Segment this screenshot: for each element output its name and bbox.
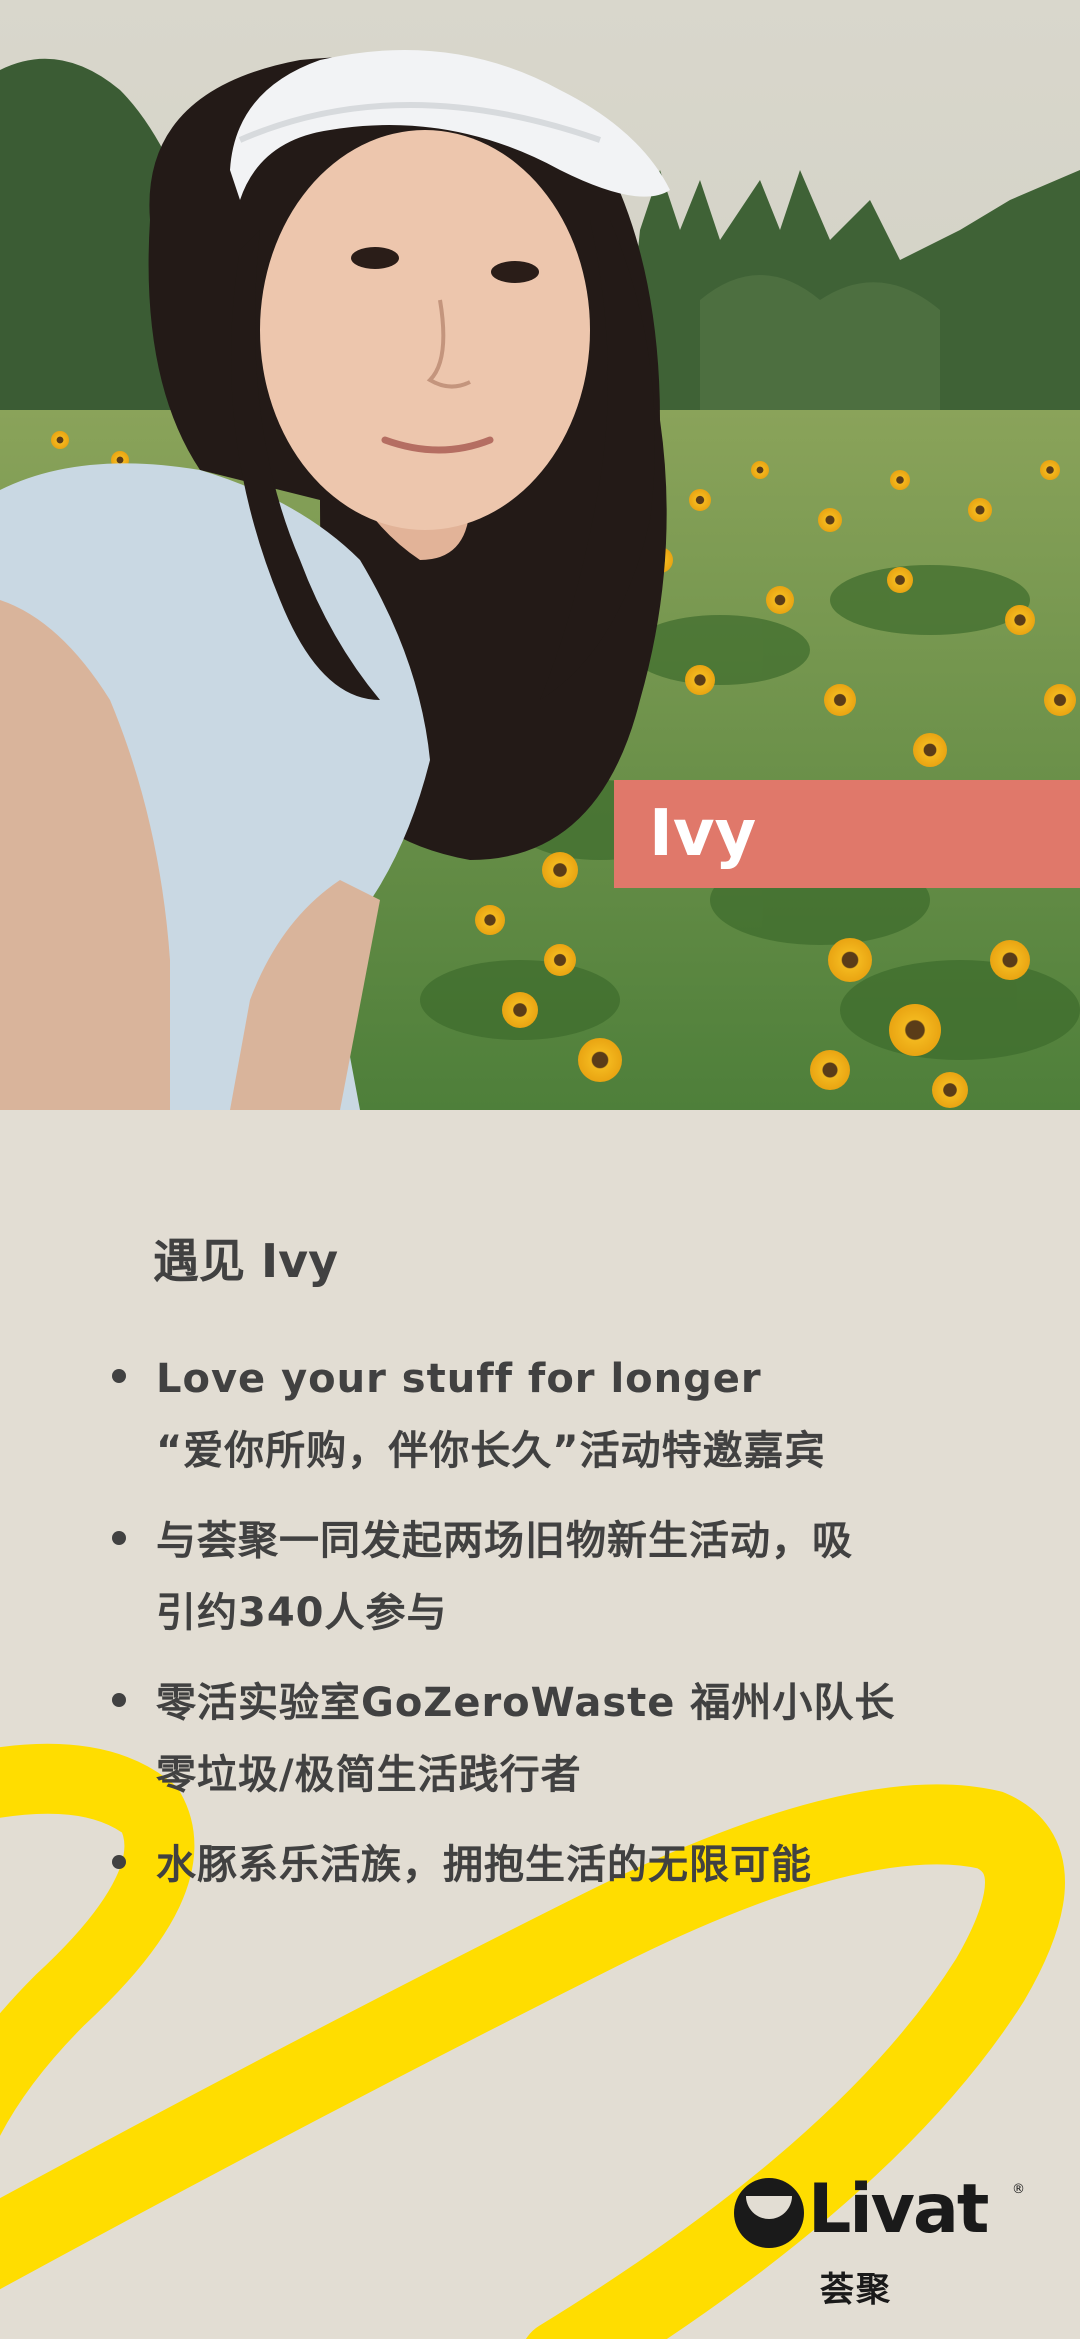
bullet-line: 引约340人参与 (156, 1590, 448, 1636)
logo-chinese-name: 荟聚 (820, 2270, 892, 2310)
livat-mark-icon (734, 2178, 804, 2248)
list-item: 与荟聚一同发起两场旧物新生活动，吸 引约340人参与 (110, 1505, 1010, 1649)
bullet-dot-icon (112, 1531, 126, 1545)
bullet-dot-icon (112, 1693, 126, 1707)
bullet-line: 水豚系乐活族，拥抱生活的无限可能 (156, 1842, 812, 1888)
livat-logo: Livat ® 荟聚 (734, 2170, 1034, 2310)
list-item: 零活实验室GoZeroWaste 福州小队长 零垃圾/极简生活践行者 (110, 1667, 1010, 1811)
intro-bullet-list: Love your stuff for longer “爱你所购，伴你长久”活动… (110, 1343, 1010, 1919)
portrait-illustration (0, 0, 1080, 1110)
bullet-line: 与荟聚一同发起两场旧物新生活动，吸 (156, 1518, 853, 1564)
bullet-dot-icon (112, 1369, 126, 1383)
bullet-line: 零垃圾/极简生活践行者 (156, 1752, 582, 1798)
intro-section: 遇见 Ivy Love your stuff for longer “爱你所购，… (0, 1110, 1080, 2339)
list-item: Love your stuff for longer “爱你所购，伴你长久”活动… (110, 1343, 1010, 1487)
profile-photo: Ivy (0, 0, 1080, 1110)
bullet-line: Love your stuff for longer (156, 1356, 762, 1402)
intro-heading: 遇见 Ivy (153, 1234, 339, 1288)
bullet-line: 零活实验室GoZeroWaste 福州小队长 (156, 1680, 896, 1726)
logo-wordmark: Livat (808, 2170, 989, 2249)
bullet-line: “爱你所购，伴你长久”活动特邀嘉宾 (156, 1428, 826, 1474)
bullet-dot-icon (112, 1855, 126, 1869)
name-tag: Ivy (614, 780, 1080, 888)
list-item: 水豚系乐活族，拥抱生活的无限可能 (110, 1829, 1010, 1901)
registered-mark: ® (1012, 2182, 1025, 2197)
